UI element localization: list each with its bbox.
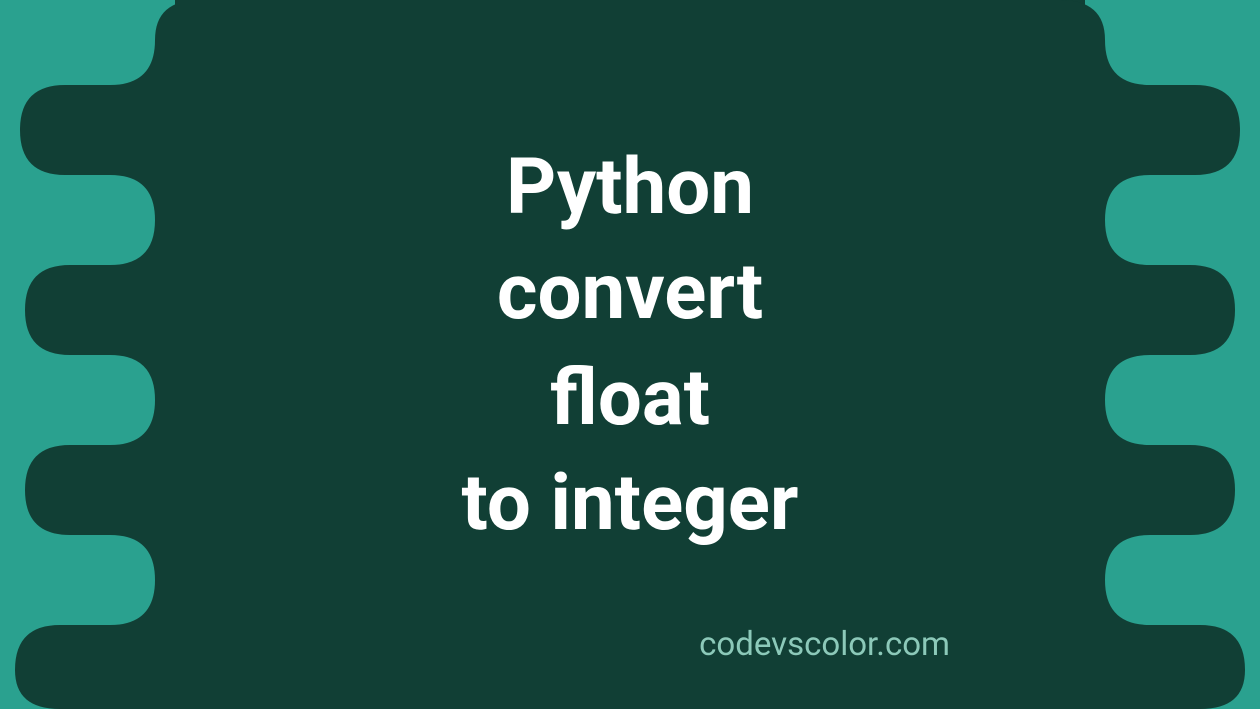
banner-container: Python convert float to integer codevsco… [0, 0, 1260, 709]
title-line-3: float [0, 346, 1260, 451]
title-line-4: to integer [0, 451, 1260, 556]
title-line-2: convert [0, 240, 1260, 345]
brand-label: codevscolor.com [699, 625, 950, 664]
title-line-1: Python [0, 135, 1260, 240]
banner-title: Python convert float to integer [0, 135, 1260, 556]
